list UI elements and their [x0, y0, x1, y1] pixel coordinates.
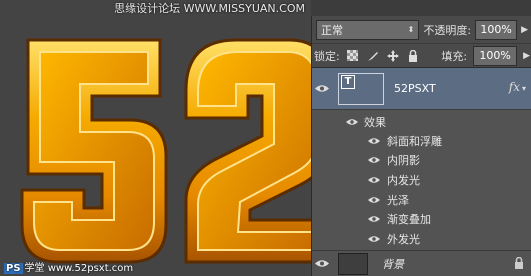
effect-row[interactable]: 内阴影	[312, 151, 531, 170]
lock-label: 锁定:	[314, 49, 340, 63]
fill-dropdown-icon[interactable]: ▶	[523, 51, 530, 61]
layer-name: 52PSXT	[394, 82, 436, 95]
effect-eye-icon[interactable]	[366, 156, 382, 164]
effects-eye-icon[interactable]	[344, 118, 360, 126]
opacity-dropdown-icon[interactable]: ▶	[521, 25, 528, 35]
watermark-logo: PS	[4, 263, 23, 274]
effect-row[interactable]: 渐变叠加	[312, 210, 531, 229]
opacity-input[interactable]: 100%	[475, 19, 518, 40]
effect-eye-icon[interactable]	[366, 215, 382, 223]
lock-position-icon[interactable]	[386, 49, 400, 63]
effect-label: 渐变叠加	[387, 213, 431, 227]
effect-label: 内阴影	[387, 154, 420, 168]
blend-opacity-row: 正常 ⬍ 不透明度: 100% ▶	[312, 16, 531, 44]
watermark-bottom-text: 学堂 www.52psxt.com	[24, 263, 134, 274]
effect-label: 内发光	[387, 173, 420, 187]
effect-eye-icon[interactable]	[366, 196, 382, 204]
effects-header-row[interactable]: 效果	[312, 112, 531, 131]
layers-panel: 正常 ⬍ 不透明度: 100% ▶ 锁定: 填充: 100% ▶ T 52PSX…	[311, 16, 531, 276]
lock-image-pixels-icon[interactable]	[366, 49, 380, 63]
effect-eye-icon[interactable]	[366, 235, 382, 243]
lock-all-icon[interactable]	[406, 49, 420, 63]
watermark-bottom: PS 学堂 www.52psxt.com	[4, 259, 133, 274]
fill-label: 填充:	[441, 49, 468, 63]
background-thumbnail	[338, 252, 368, 275]
fx-icon[interactable]: fx ▾	[509, 80, 526, 94]
effect-row[interactable]: 内发光	[312, 170, 531, 189]
effect-label: 光泽	[387, 193, 409, 207]
blend-mode-value: 正常	[321, 23, 343, 37]
layer-name: 背景	[382, 257, 404, 271]
opacity-label: 不透明度:	[423, 23, 472, 37]
effect-eye-icon[interactable]	[366, 176, 382, 184]
document-canvas[interactable]: 思缘设计论坛 WWW.MISSYUAN.COM PS 学堂 www.52psxt.…	[0, 0, 311, 276]
fill-input[interactable]: 100%	[473, 45, 518, 66]
effects-header-label: 效果	[364, 115, 386, 129]
effect-label: 斜面和浮雕	[387, 134, 442, 148]
layer-row-52psxt[interactable]: T 52PSXT fx ▾	[312, 68, 531, 110]
visibility-eye-icon[interactable]	[312, 84, 332, 93]
effect-eye-icon[interactable]	[366, 137, 382, 145]
layer-row-background[interactable]: 背景	[312, 250, 531, 276]
updown-arrow-icon: ⬍	[407, 25, 415, 34]
effect-row[interactable]: 外发光	[312, 230, 531, 249]
visibility-eye-icon[interactable]	[312, 259, 332, 268]
watermark-top: 思缘设计论坛 WWW.MISSYUAN.COM	[114, 2, 305, 15]
gold-52-artwork	[20, 38, 311, 264]
lock-fill-row: 锁定: 填充: 100% ▶	[312, 44, 531, 68]
effect-row[interactable]: 斜面和浮雕	[312, 131, 531, 150]
effect-row[interactable]: 光泽	[312, 190, 531, 209]
effect-label: 外发光	[387, 233, 420, 246]
text-layer-thumbnail: T	[338, 72, 384, 105]
lock-icon	[514, 256, 524, 272]
type-icon: T	[341, 74, 355, 89]
lock-transparent-pixels-icon[interactable]	[346, 49, 360, 63]
blend-mode-select[interactable]: 正常 ⬍	[316, 19, 420, 40]
